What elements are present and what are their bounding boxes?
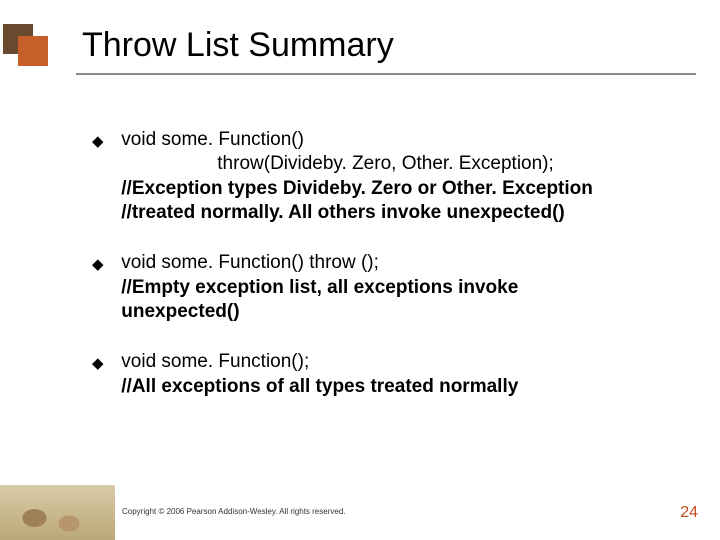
code-line-indent: throw(Divideby. Zero, Other. Exception);: [121, 153, 554, 174]
logo-decoration: [0, 14, 70, 69]
code-line: void some. Function() throw ();: [121, 252, 379, 273]
page-number: 24: [680, 504, 698, 522]
bullet-icon: ◆: [92, 132, 116, 151]
copyright-text: Copyright © 2006 Pearson Addison-Wesley.…: [122, 507, 346, 516]
bullet-item: ◆ void some. Function(); //All exception…: [92, 350, 672, 399]
bullet-item: ◆ void some. Function() throw(Divideby. …: [92, 128, 672, 225]
code-line: void some. Function(): [121, 129, 304, 150]
logo-square-front: [18, 36, 48, 66]
code-line: void some. Function();: [121, 351, 309, 372]
title-divider: [76, 73, 696, 75]
bullet-icon: ◆: [92, 255, 116, 274]
bullet-icon: ◆: [92, 354, 116, 373]
content-area: ◆ void some. Function() throw(Divideby. …: [92, 128, 672, 399]
comment-line: //Empty exception list, all exceptions i…: [121, 277, 518, 298]
slide: Throw List Summary ◆ void some. Function…: [0, 0, 720, 540]
bullet-body: void some. Function() throw (); //Empty …: [121, 251, 671, 324]
page-title: Throw List Summary: [82, 26, 394, 65]
bullet-item: ◆ void some. Function() throw (); //Empt…: [92, 251, 672, 324]
bullet-body: void some. Function() throw(Divideby. Ze…: [121, 128, 671, 225]
comment-line: //Exception types Divideby. Zero or Othe…: [121, 178, 593, 199]
comment-line: //All exceptions of all types treated no…: [121, 376, 518, 397]
bullet-body: void some. Function(); //All exceptions …: [121, 350, 671, 399]
decorative-photo: [0, 485, 115, 540]
comment-line: unexpected(): [121, 301, 239, 322]
comment-line: //treated normally. All others invoke un…: [121, 202, 564, 223]
